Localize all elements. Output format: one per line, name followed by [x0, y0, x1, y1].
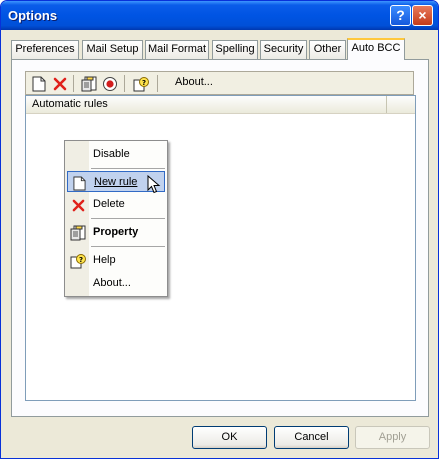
menu-item-help[interactable]: ? Help: [67, 250, 165, 271]
menu-item-new-rule[interactable]: New rule: [67, 171, 165, 194]
close-icon: ×: [418, 7, 427, 23]
menu-item-label: New rule: [94, 176, 138, 188]
help-icon[interactable]: ?: [132, 75, 150, 93]
menu-item-label: Help: [93, 254, 116, 266]
cancel-button[interactable]: Cancel: [274, 426, 349, 449]
tab-mail-format[interactable]: Mail Format: [145, 40, 209, 59]
menu-separator: [91, 218, 165, 219]
options-dialog: Options ? × Preferences Mail Setup Mail …: [0, 0, 439, 459]
list-header: Automatic rules: [26, 96, 415, 114]
menu-item-property[interactable]: Property: [67, 222, 165, 243]
menu-item-label: Disable: [93, 148, 130, 160]
menu-item-delete[interactable]: Delete: [67, 194, 165, 215]
properties-icon[interactable]: [80, 75, 98, 93]
rules-toolbar: ? About...: [25, 71, 414, 95]
toolbar-separator: [157, 75, 158, 92]
ok-button[interactable]: OK: [192, 426, 267, 449]
menu-separator: [91, 168, 165, 169]
tab-mail-setup[interactable]: Mail Setup: [82, 40, 143, 59]
help-icon: ?: [69, 252, 87, 270]
menu-item-about[interactable]: About...: [67, 273, 165, 294]
about-toolbar-button[interactable]: About...: [175, 76, 213, 88]
menu-item-label: Property: [93, 226, 139, 238]
properties-icon: [69, 224, 87, 242]
menu-item-disable[interactable]: Disable: [67, 144, 165, 165]
menu-separator: [91, 246, 165, 247]
tab-auto-bcc[interactable]: Auto BCC: [347, 38, 405, 60]
apply-button[interactable]: Apply: [355, 426, 430, 449]
close-button[interactable]: ×: [412, 5, 433, 26]
toolbar-separator: [124, 75, 125, 92]
toolbar-separator: [73, 75, 74, 92]
tab-security[interactable]: Security: [260, 40, 307, 59]
title-bar[interactable]: Options ? ×: [1, 1, 438, 30]
help-question-icon: ?: [396, 7, 405, 23]
column-divider[interactable]: [386, 96, 387, 113]
tab-spelling[interactable]: Spelling: [212, 40, 258, 59]
delete-x-icon[interactable]: [51, 75, 69, 93]
tab-preferences[interactable]: Preferences: [11, 40, 79, 59]
window-title: Options: [8, 8, 58, 23]
record-icon[interactable]: [101, 75, 119, 93]
new-doc-icon: [70, 174, 88, 192]
context-menu: Disable New rule Delete Property ? Help …: [64, 140, 168, 297]
menu-item-label: Delete: [93, 198, 125, 210]
column-header-automatic-rules[interactable]: Automatic rules: [32, 98, 108, 110]
tab-other[interactable]: Other: [309, 40, 346, 59]
svg-text:?: ?: [142, 79, 146, 87]
svg-text:?: ?: [79, 256, 83, 264]
delete-x-icon: [69, 196, 87, 214]
help-button[interactable]: ?: [390, 5, 411, 26]
menu-item-label: About...: [93, 277, 131, 289]
new-doc-icon[interactable]: [30, 75, 48, 93]
